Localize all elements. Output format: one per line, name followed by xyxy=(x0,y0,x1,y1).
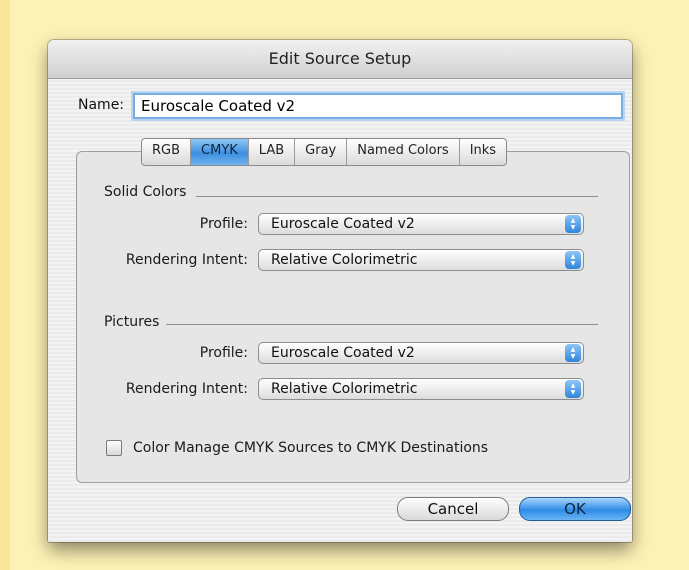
name-input[interactable] xyxy=(133,93,623,119)
popup-arrows-icon: ▲ ▼ xyxy=(565,344,581,362)
popup-arrows-icon: ▲ ▼ xyxy=(565,215,581,233)
solid-colors-divider xyxy=(196,196,598,197)
popup-arrows-icon: ▲ ▼ xyxy=(565,251,581,269)
solid-intent-popup[interactable]: Relative Colorimetric ▲ ▼ xyxy=(258,249,584,271)
ok-button[interactable]: OK xyxy=(519,497,631,521)
tab-cmyk[interactable]: CMYK xyxy=(191,139,249,165)
pictures-profile-label: Profile: xyxy=(199,345,248,361)
pictures-profile-value: Euroscale Coated v2 xyxy=(271,345,415,361)
tab-bar: RGB CMYK LAB Gray Named Colors Inks xyxy=(141,138,508,166)
color-manage-checkbox[interactable] xyxy=(106,440,122,456)
page-margin xyxy=(0,0,10,570)
pictures-title: Pictures xyxy=(104,314,160,330)
dialog-title: Edit Source Setup xyxy=(48,40,632,79)
color-manage-checkbox-label: Color Manage CMYK Sources to CMYK Destin… xyxy=(133,440,489,456)
pictures-profile-popup[interactable]: Euroscale Coated v2 ▲ ▼ xyxy=(258,342,584,364)
solid-colors-title: Solid Colors xyxy=(104,184,187,200)
tab-named-colors[interactable]: Named Colors xyxy=(347,139,460,165)
tab-gray[interactable]: Gray xyxy=(295,139,348,165)
tab-inks[interactable]: Inks xyxy=(460,139,506,165)
name-label: Name: xyxy=(78,97,125,113)
pictures-divider xyxy=(166,324,598,325)
tab-lab[interactable]: LAB xyxy=(249,139,296,165)
solid-profile-popup[interactable]: Euroscale Coated v2 ▲ ▼ xyxy=(258,213,584,235)
solid-profile-label: Profile: xyxy=(199,216,248,232)
solid-profile-value: Euroscale Coated v2 xyxy=(271,216,415,232)
pictures-intent-popup[interactable]: Relative Colorimetric ▲ ▼ xyxy=(258,378,584,400)
pictures-intent-value: Relative Colorimetric xyxy=(271,381,418,397)
solid-intent-value: Relative Colorimetric xyxy=(271,252,418,268)
tab-rgb[interactable]: RGB xyxy=(142,139,192,165)
pictures-intent-label: Rendering Intent: xyxy=(125,381,248,397)
cancel-button[interactable]: Cancel xyxy=(397,497,509,521)
solid-intent-label: Rendering Intent: xyxy=(125,252,248,268)
popup-arrows-icon: ▲ ▼ xyxy=(565,380,581,398)
